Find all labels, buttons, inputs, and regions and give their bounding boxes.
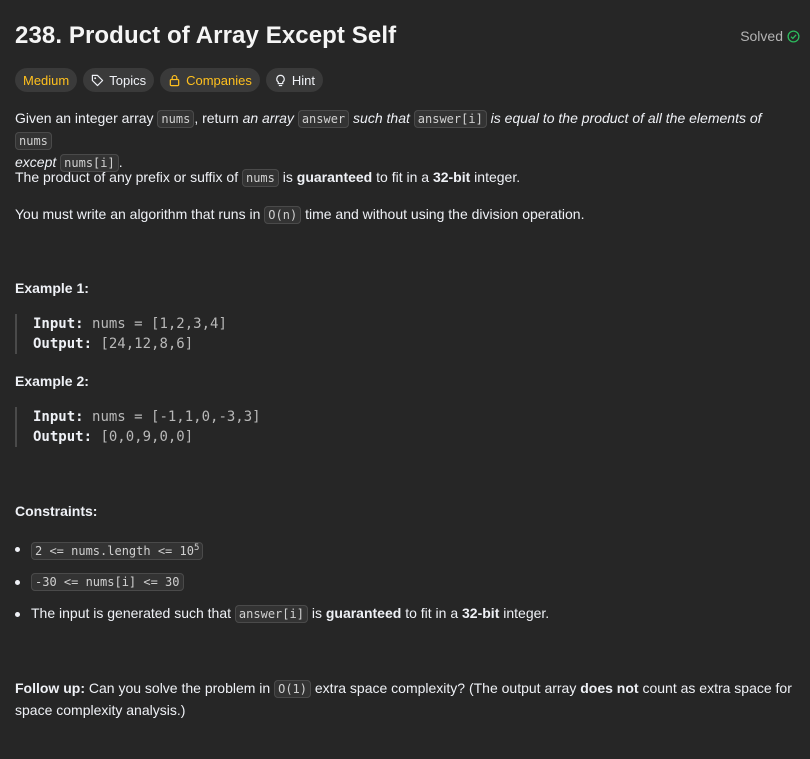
input-label: Input: — [33, 316, 84, 332]
constraints-title: Constraints: — [15, 503, 98, 519]
constraint-1: 2 <= nums.length <= 105 — [31, 538, 204, 562]
text: time and without using the division oper… — [301, 206, 585, 222]
text: to fit in a — [401, 605, 463, 621]
difficulty-badge: Medium — [15, 68, 78, 92]
example-2-input: Input: nums = [-1,1,0,-3,3] — [33, 407, 261, 427]
example-1-output: Output: [24,12,8,6] — [33, 334, 227, 354]
inline-code: answer — [297, 110, 350, 128]
output-value: [24,12,8,6] — [100, 336, 194, 352]
lock-icon — [168, 74, 181, 87]
inline-code: answer[i] — [413, 110, 487, 128]
text: The input is generated such that — [31, 605, 235, 621]
bullet-dot — [15, 580, 20, 585]
input-value: nums = [1,2,3,4] — [92, 316, 227, 332]
input-value: nums = [-1,1,0,-3,3] — [92, 409, 261, 425]
output-value: [0,0,9,0,0] — [100, 429, 194, 445]
companies-button[interactable]: Companies — [160, 68, 260, 92]
bullet-dot — [15, 547, 20, 552]
bold-text: guaranteed — [296, 169, 373, 185]
bold-text: guaranteed — [325, 605, 402, 621]
text: Given an integer array — [15, 110, 158, 126]
text: to fit in a — [372, 169, 433, 185]
hint-button[interactable]: Hint — [265, 68, 323, 92]
constraint-2: -30 <= nums[i] <= 30 — [31, 571, 184, 593]
bold-text: 32-bit — [432, 169, 471, 185]
inline-code: nums — [241, 169, 279, 187]
example-2-output: Output: [0,0,9,0,0] — [33, 427, 261, 447]
follow-up: Follow up: Can you solve the problem in … — [15, 678, 795, 721]
description-paragraph-2: The product of any prefix or suffix of n… — [15, 167, 520, 189]
bold-text: 32-bit — [462, 605, 500, 621]
example-1-title: Example 1: — [15, 280, 89, 296]
inline-code: nums — [157, 110, 195, 128]
inline-code: O(n) — [264, 206, 302, 224]
topics-button[interactable]: Topics — [83, 68, 155, 92]
inline-code: -30 <= nums[i] <= 30 — [31, 573, 184, 591]
constraint-3: The input is generated such that answer[… — [31, 603, 549, 625]
inline-code: 2 <= nums.length <= 105 — [31, 542, 204, 560]
problem-title[interactable]: 238. Product of Array Except Self — [15, 22, 396, 50]
solved-label: Solved — [740, 28, 783, 44]
follow-up-label: Follow up: — [15, 680, 85, 696]
italic-text: an array — [242, 110, 294, 126]
text: , return — [194, 110, 243, 126]
text: Can you solve the problem in — [84, 680, 275, 696]
text: The product of any prefix or suffix of — [15, 169, 242, 185]
bold-text: does not — [580, 680, 639, 696]
inline-code: O(1) — [274, 680, 311, 698]
topics-label: Topics — [109, 72, 147, 88]
example-2-block: Input: nums = [-1,1,0,-3,3] Output: [0,0… — [15, 407, 261, 447]
italic-text: is equal to the product of all the eleme… — [486, 110, 762, 126]
text: integer. — [470, 169, 521, 185]
code-text: 2 <= nums.length <= 10 — [35, 544, 194, 558]
text: integer. — [499, 605, 550, 621]
text: extra space complexity? (The output arra… — [311, 680, 581, 696]
output-label: Output: — [33, 429, 93, 445]
example-1-block: Input: nums = [1,2,3,4] Output: [24,12,8… — [15, 314, 227, 354]
check-circle-icon — [787, 29, 800, 43]
header: 238. Product of Array Except Self Solved — [0, 0, 810, 74]
italic-text: such that — [349, 110, 414, 126]
description-paragraph-3: You must write an algorithm that runs in… — [15, 204, 584, 226]
superscript: 5 — [193, 543, 200, 553]
description-paragraph-1: Given an integer array nums, return an a… — [15, 108, 795, 174]
text: is — [278, 169, 297, 185]
inline-code: answer[i] — [234, 605, 308, 623]
text: is — [307, 605, 326, 621]
text: You must write an algorithm that runs in — [15, 206, 265, 222]
input-label: Input: — [33, 409, 84, 425]
output-label: Output: — [33, 336, 93, 352]
solved-status: Solved — [740, 28, 800, 44]
example-1-input: Input: nums = [1,2,3,4] — [33, 314, 227, 334]
bullet-dot — [15, 612, 20, 617]
lightbulb-icon — [274, 74, 287, 87]
example-2-title: Example 2: — [15, 373, 89, 389]
companies-label: Companies — [186, 72, 252, 88]
tag-bar: Medium Topics Companies Hint — [15, 68, 323, 92]
difficulty-label: Medium — [23, 72, 70, 88]
inline-code: nums — [15, 132, 52, 150]
tag-icon — [91, 74, 104, 87]
hint-label: Hint — [291, 72, 315, 88]
